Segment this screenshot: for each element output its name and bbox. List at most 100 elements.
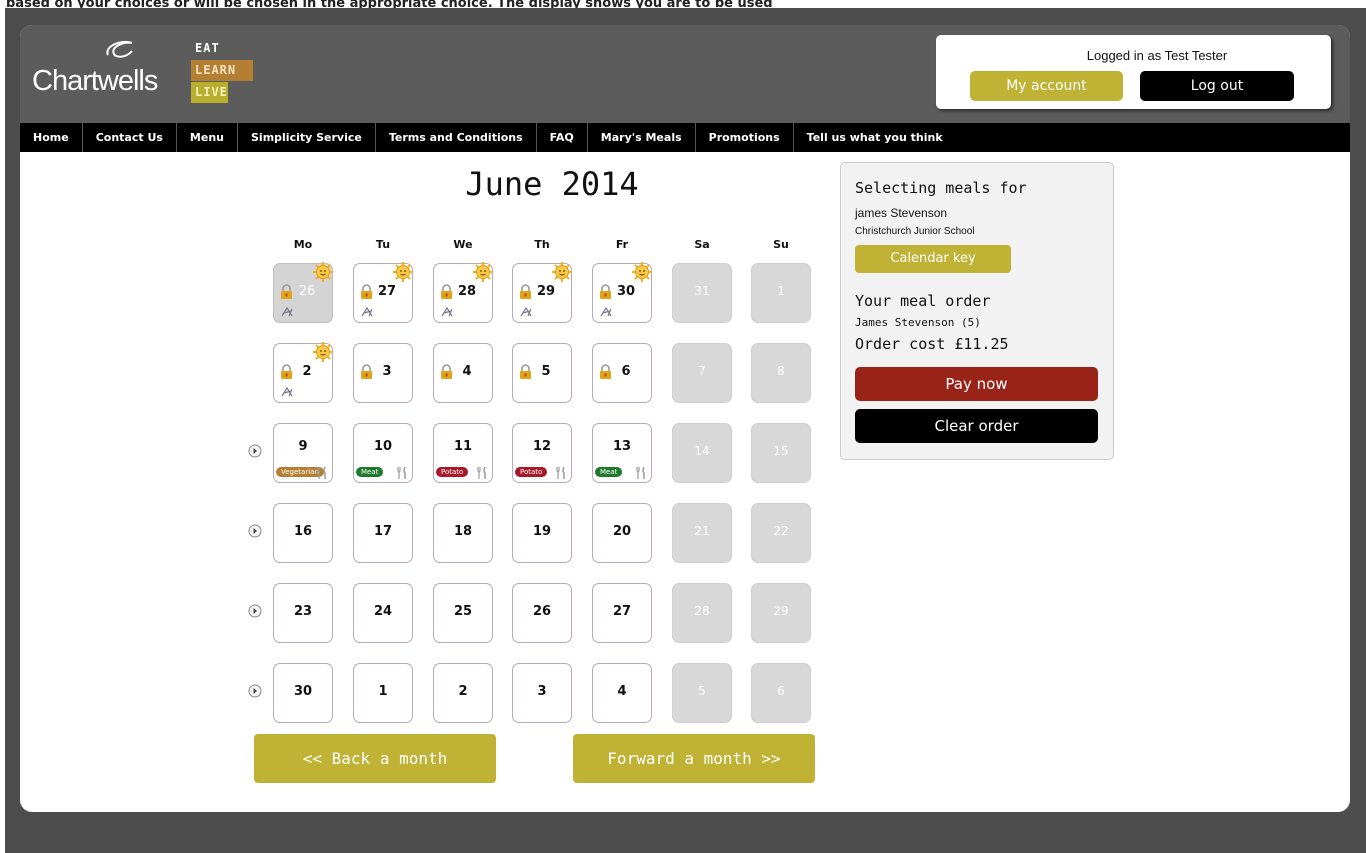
top-instruction-strip: based on your choices or will be chosen … — [6, 0, 773, 8]
calendar-day-cell[interactable]: 28 — [433, 261, 494, 323]
day-number: 8 — [777, 364, 785, 378]
calendar-day-cell: 28 — [672, 583, 732, 643]
calendar-day-cell[interactable]: 2 — [433, 663, 493, 723]
padlock-icon — [440, 364, 453, 379]
calendar-day-cell: 15 — [751, 423, 811, 483]
calendar-day-cell[interactable]: 26 — [512, 583, 572, 643]
day-number: 16 — [293, 524, 313, 539]
deckchair-icon — [440, 302, 454, 317]
calendar-day-cell[interactable]: 10 Meat — [353, 423, 413, 483]
nav-item-terms[interactable]: Terms and Conditions — [376, 123, 537, 152]
calendar-day-cell[interactable]: 12 Potato — [512, 423, 572, 483]
day-number: 1 — [777, 284, 785, 298]
calendar-key-button[interactable]: Calendar key — [855, 245, 1011, 273]
meal-choice-badge: Meat — [595, 467, 623, 477]
logo-swoosh-icon — [106, 41, 133, 58]
calendar-day-cell[interactable]: 27 — [592, 583, 652, 643]
day-number: 13 — [612, 439, 632, 454]
select-week-arrow-icon[interactable] — [248, 603, 262, 618]
day-number: 14 — [694, 444, 710, 458]
calendar-day-cell[interactable]: 4 — [592, 663, 652, 723]
select-week-arrow-icon[interactable] — [248, 523, 262, 538]
calendar-day-cell[interactable]: 30 — [273, 663, 333, 723]
day-number: 30 — [293, 684, 313, 699]
calendar-day-cell[interactable]: 11 Potato — [433, 423, 493, 483]
nav-item-home[interactable]: Home — [20, 123, 83, 152]
calendar-day-cell[interactable]: 13 Meat — [592, 423, 652, 483]
nav-item-marys-meals[interactable]: Mary's Meals — [588, 123, 696, 152]
padlock-icon — [519, 364, 532, 379]
padlock-icon — [280, 284, 293, 299]
back-month-button[interactable]: << Back a month — [254, 734, 496, 783]
chartwells-logo[interactable]: Chartwells — [32, 39, 162, 99]
padlock-icon — [440, 284, 453, 299]
day-number: 25 — [453, 604, 473, 619]
clear-order-button[interactable]: Clear order — [855, 409, 1098, 443]
meal-choice-badge: Potato — [436, 467, 469, 477]
calendar-day-cell[interactable]: 6 — [592, 343, 652, 403]
calendar-day-cell[interactable]: 19 — [512, 503, 572, 563]
day-number: 22 — [773, 524, 789, 538]
day-number: 1 — [378, 684, 388, 699]
calendar-day-cell: 6 — [751, 663, 811, 723]
calendar-day-cell[interactable]: 17 — [353, 503, 413, 563]
calendar-day-cell[interactable]: 25 — [433, 583, 493, 643]
pay-now-button[interactable]: Pay now — [855, 367, 1098, 401]
select-week-arrow-icon[interactable] — [248, 683, 262, 698]
nav-item-simplicity-service[interactable]: Simplicity Service — [238, 123, 376, 152]
page-frame: Chartwells EAT LEARN LIVE Logged in as T… — [20, 25, 1350, 812]
order-child: James Stevenson (5) — [855, 316, 981, 329]
calendar-day-cell[interactable]: 29 — [512, 262, 572, 323]
calendar-day-cell[interactable]: 20 — [592, 503, 652, 563]
day-number: 20 — [612, 524, 632, 539]
calendar-day-cell[interactable]: 26 — [273, 261, 334, 323]
day-number: 15 — [773, 444, 789, 458]
calendar-day-cell[interactable]: 24 — [353, 583, 413, 643]
log-out-button[interactable]: Log out — [1140, 71, 1294, 101]
order-heading: Your meal order — [855, 292, 991, 310]
tagline-eat: EAT — [191, 38, 236, 59]
calendar-day-cell: 22 — [751, 503, 811, 563]
sun-holiday-icon — [312, 341, 334, 363]
select-week-arrow-icon[interactable] — [248, 443, 262, 458]
nav-item-feedback[interactable]: Tell us what you think — [794, 123, 956, 152]
calendar-day-cell: 31 — [672, 263, 732, 323]
calendar-day-cell: 7 — [672, 343, 732, 403]
calendar-day-cell[interactable]: 27 — [353, 262, 413, 323]
day-number: 7 — [698, 364, 706, 378]
weekday-header: Su — [773, 238, 789, 251]
day-number: 5 — [698, 684, 706, 698]
tagline-learn: LEARN — [191, 60, 253, 81]
calendar-day-cell[interactable]: 3 — [512, 663, 572, 723]
calendar-day-cell[interactable]: 30 — [592, 261, 653, 323]
school-name: Christchurch Junior School — [855, 226, 975, 237]
nav-item-faq[interactable]: FAQ — [537, 123, 588, 152]
day-number: 11 — [453, 439, 473, 454]
deckchair-icon — [280, 382, 294, 397]
padlock-icon — [360, 364, 373, 379]
sun-holiday-icon — [631, 261, 653, 283]
nav-item-promotions[interactable]: Promotions — [696, 123, 794, 152]
day-number: 18 — [453, 524, 473, 539]
sun-holiday-icon — [472, 261, 494, 283]
nav-item-contact-us[interactable]: Contact Us — [83, 123, 177, 152]
meal-choice-badge: Meat — [356, 467, 384, 477]
weekday-header: Fr — [615, 238, 629, 251]
day-number: 28 — [694, 604, 710, 618]
calendar-day-cell[interactable]: 9 Vegetarian — [273, 423, 333, 483]
logged-in-label: Logged in as Test Tester — [1086, 48, 1228, 63]
calendar-day-cell[interactable]: 4 — [433, 343, 493, 403]
calendar-day-cell[interactable]: 3 — [353, 343, 413, 403]
calendar-day-cell[interactable]: 18 — [433, 503, 493, 563]
sun-holiday-icon — [312, 261, 334, 283]
day-number: 23 — [293, 604, 313, 619]
forward-month-button[interactable]: Forward a month >> — [573, 734, 815, 783]
my-account-button[interactable]: My account — [970, 71, 1123, 101]
calendar-day-cell[interactable]: 23 — [273, 583, 333, 643]
calendar-day-cell[interactable]: 2 — [273, 341, 334, 403]
cutlery-icon — [396, 464, 408, 479]
calendar-day-cell[interactable]: 1 — [353, 663, 413, 723]
calendar-day-cell[interactable]: 5 — [512, 343, 572, 403]
calendar-day-cell[interactable]: 16 — [273, 503, 333, 563]
nav-item-menu[interactable]: Menu — [177, 123, 238, 152]
